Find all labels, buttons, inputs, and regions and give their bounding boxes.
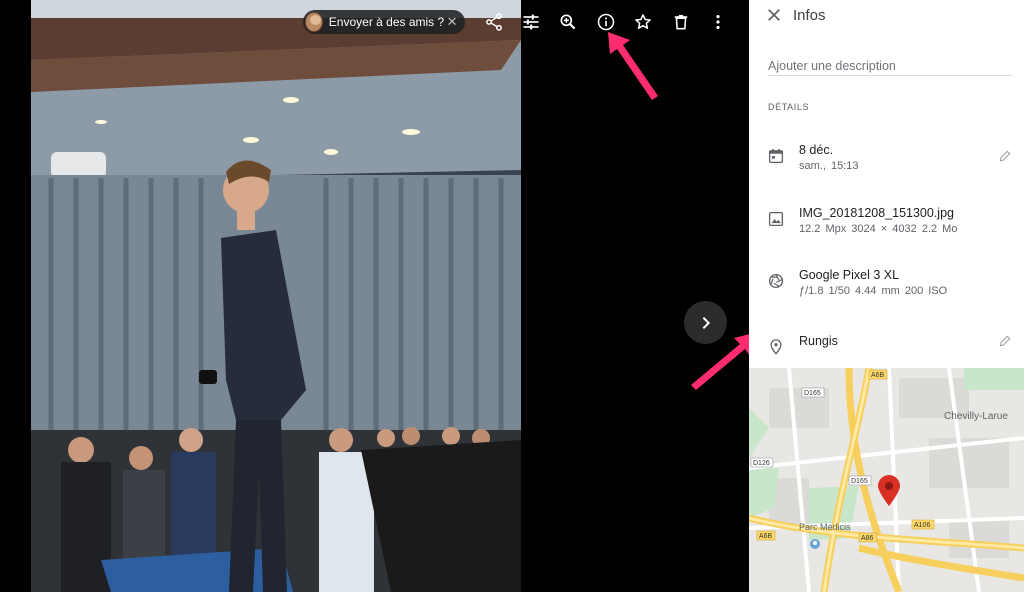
description-input[interactable]	[768, 56, 1012, 76]
chevron-right-icon	[702, 316, 710, 329]
location-pin-icon	[770, 339, 782, 355]
date-row: 8 déc. sam., 15:13	[749, 141, 1024, 185]
share-icon[interactable]	[483, 11, 505, 33]
chip-close-icon[interactable]: ✕	[444, 14, 460, 30]
map-label-a6b-top: A6B	[871, 372, 885, 379]
info-panel-header: Infos	[749, 0, 1024, 32]
send-to-friends-chip[interactable]: Envoyer à des amis ? ✕	[303, 10, 465, 34]
info-panel-title: Infos	[793, 7, 826, 24]
map-label-d165-left: D165	[804, 390, 821, 397]
map-label-parc: Parc Médicis	[799, 522, 851, 532]
camera-settings: ƒ/1.8 1/50 4.44 mm 200 ISO	[799, 285, 948, 297]
annotation-arrow	[608, 32, 658, 100]
details-section-label: DÉTAILS	[768, 102, 810, 112]
edit-date-icon[interactable]	[998, 149, 1012, 163]
map-label-d165-mid: D165	[851, 478, 868, 485]
map-image: A6B D165 D126 D165 A106 A6B A86 Chevilly…	[749, 368, 1024, 592]
star-icon[interactable]	[632, 11, 654, 33]
camera-model: Google Pixel 3 XL	[799, 268, 900, 282]
delete-icon[interactable]	[670, 11, 692, 33]
file-specs: 12.2 Mpx 3024 × 4032 2.2 Mo	[799, 223, 958, 235]
info-panel: Infos DÉTAILS 8 déc. sam., 15:13 IMG_201…	[749, 0, 1024, 592]
zoom-in-icon[interactable]	[557, 11, 579, 33]
time-text: sam., 15:13	[799, 160, 859, 172]
close-icon[interactable]	[765, 6, 783, 24]
image-icon	[768, 211, 784, 227]
next-photo-button[interactable]	[684, 301, 727, 344]
calendar-icon	[768, 148, 784, 164]
map-label-d126: D126	[753, 460, 770, 467]
info-icon[interactable]	[595, 11, 617, 33]
map-label-a106: A106	[914, 522, 930, 529]
photo[interactable]	[31, 0, 521, 592]
location-text: Rungis	[799, 334, 838, 348]
photo-image	[31, 0, 521, 592]
file-row: IMG_20181208_151300.jpg 12.2 Mpx 3024 × …	[749, 204, 1024, 248]
file-name: IMG_20181208_151300.jpg	[799, 206, 954, 220]
map-label-a86: A86	[861, 535, 874, 542]
map-label-a6b-bottom: A6B	[759, 533, 773, 540]
edit-location-icon[interactable]	[998, 334, 1012, 348]
date-text: 8 déc.	[799, 143, 834, 157]
more-vert-icon[interactable]	[707, 11, 729, 33]
aperture-icon	[768, 273, 784, 289]
tune-icon[interactable]	[520, 11, 542, 33]
camera-row: Google Pixel 3 XL ƒ/1.8 1/50 4.44 mm 200…	[749, 266, 1024, 310]
location-map[interactable]: A6B D165 D126 D165 A106 A6B A86 Chevilly…	[749, 368, 1024, 592]
avatar	[305, 12, 323, 32]
send-chip-label: Envoyer à des amis ?	[328, 15, 445, 29]
photo-viewer: Envoyer à des amis ? ✕	[0, 0, 749, 592]
map-label-chevilly: Chevilly-Larue	[944, 411, 1008, 422]
